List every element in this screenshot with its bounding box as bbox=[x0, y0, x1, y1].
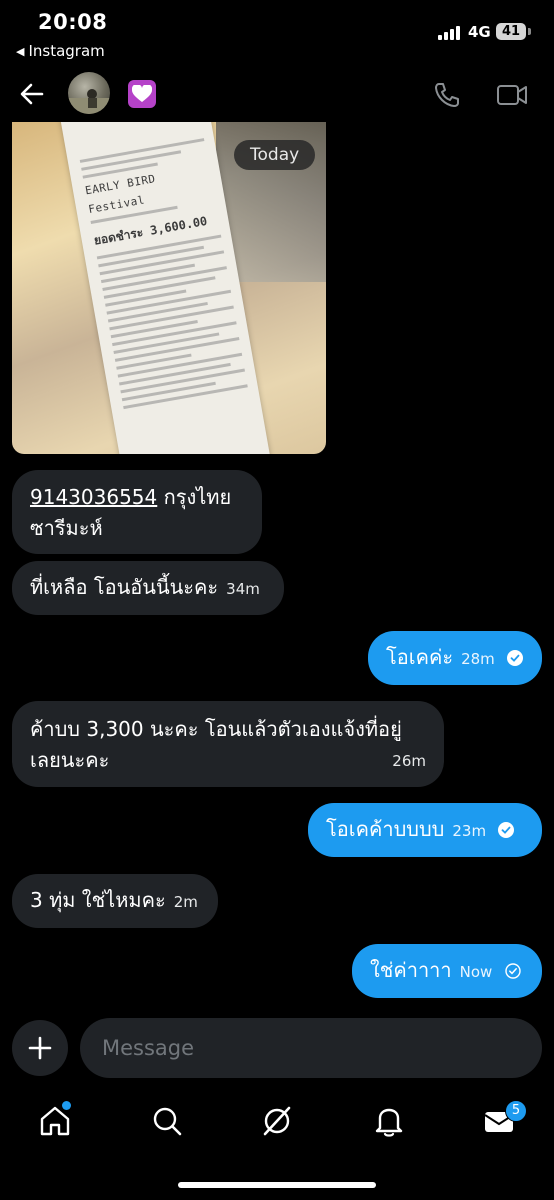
account-number-link[interactable]: 9143036554 bbox=[30, 485, 157, 509]
receipt-label: ยอดชำระ bbox=[92, 225, 145, 248]
message-input[interactable]: Message bbox=[80, 1018, 542, 1078]
purple-heart-icon bbox=[128, 80, 156, 108]
image-message[interactable]: EARLY BIRD Festival ยอดชำระ 3,600.00 bbox=[12, 122, 326, 454]
home-notification-dot bbox=[62, 1101, 71, 1110]
message-time: Now bbox=[459, 963, 493, 981]
grok-icon[interactable] bbox=[260, 1104, 294, 1138]
battery-icon: 41 bbox=[496, 23, 526, 40]
message-text: ที่เหลือ โอนอันนี้นะคะ bbox=[30, 575, 219, 599]
read-check-icon bbox=[507, 650, 524, 666]
message-time: 28m bbox=[461, 650, 495, 668]
message-bubble-outgoing[interactable]: ใช่ค่าาาา Now bbox=[352, 944, 542, 998]
message-bubble-incoming[interactable]: ที่เหลือ โอนอันนี้นะคะ 34m bbox=[12, 561, 284, 615]
message-bubble-incoming[interactable]: ค้าบบ 3,300 นะคะ โอนแล้วตัวเองแจ้งที่อยู… bbox=[12, 701, 444, 787]
message-text-line-1: ค้าบบ 3,300 นะคะ โอนแล้วตัวเองแจ้งที่อยู… bbox=[30, 717, 402, 741]
notifications-bell-icon[interactable] bbox=[372, 1104, 406, 1138]
back-arrow-icon[interactable] bbox=[18, 80, 46, 108]
home-indicator bbox=[178, 1182, 376, 1188]
avatar-photo bbox=[68, 89, 110, 114]
network-type: 4G bbox=[468, 23, 491, 41]
back-app-label: Instagram bbox=[28, 42, 105, 60]
message-time: 26m bbox=[392, 752, 426, 770]
phone-call-icon[interactable] bbox=[432, 80, 462, 110]
message-text: ใช่ค่าาาา bbox=[370, 958, 452, 982]
account-holder-name: ซารีมะห์ bbox=[30, 516, 103, 540]
message-bubble-outgoing[interactable]: โอเคค้าบบบบ 23m bbox=[308, 803, 542, 857]
message-time: 2m bbox=[173, 893, 198, 911]
message-bubble-outgoing[interactable]: โอเคค่ะ 28m bbox=[368, 631, 542, 685]
message-text-line-2: เลยนะคะ bbox=[30, 748, 110, 772]
message-bubble-incoming[interactable]: 9143036554 กรุงไทย ซารีมะห์ bbox=[12, 470, 262, 554]
message-bubble-incoming[interactable]: 3 ทุ่ม ใช่ไหมคะ 2m bbox=[12, 874, 218, 928]
battery-cap bbox=[528, 28, 531, 35]
bank-name: กรุงไทย bbox=[157, 485, 232, 509]
cellular-signal-icon bbox=[438, 26, 460, 40]
read-check-icon bbox=[498, 822, 515, 838]
status-time: 20:08 bbox=[38, 10, 108, 34]
receipt-amount: 3,600.00 bbox=[148, 213, 209, 238]
avatar[interactable] bbox=[68, 72, 110, 114]
plus-icon bbox=[28, 1036, 52, 1060]
date-separator: Today bbox=[234, 140, 316, 170]
message-text: 3 ทุ่ม ใช่ไหมคะ bbox=[30, 888, 166, 912]
message-time: 34m bbox=[226, 580, 260, 598]
add-attachment-button[interactable] bbox=[12, 1020, 68, 1076]
back-triangle-icon: ◀ bbox=[16, 44, 25, 58]
message-time: 23m bbox=[452, 822, 487, 840]
back-to-app-link[interactable]: ◀ Instagram bbox=[16, 42, 105, 60]
message-text: โอเคค่ะ bbox=[386, 645, 454, 669]
video-call-icon[interactable] bbox=[496, 80, 528, 110]
message-text: โอเคค้าบบบบ bbox=[326, 817, 445, 841]
messages-unread-badge: 5 bbox=[505, 1100, 527, 1122]
sent-check-icon bbox=[504, 963, 521, 979]
search-icon[interactable] bbox=[150, 1104, 184, 1138]
